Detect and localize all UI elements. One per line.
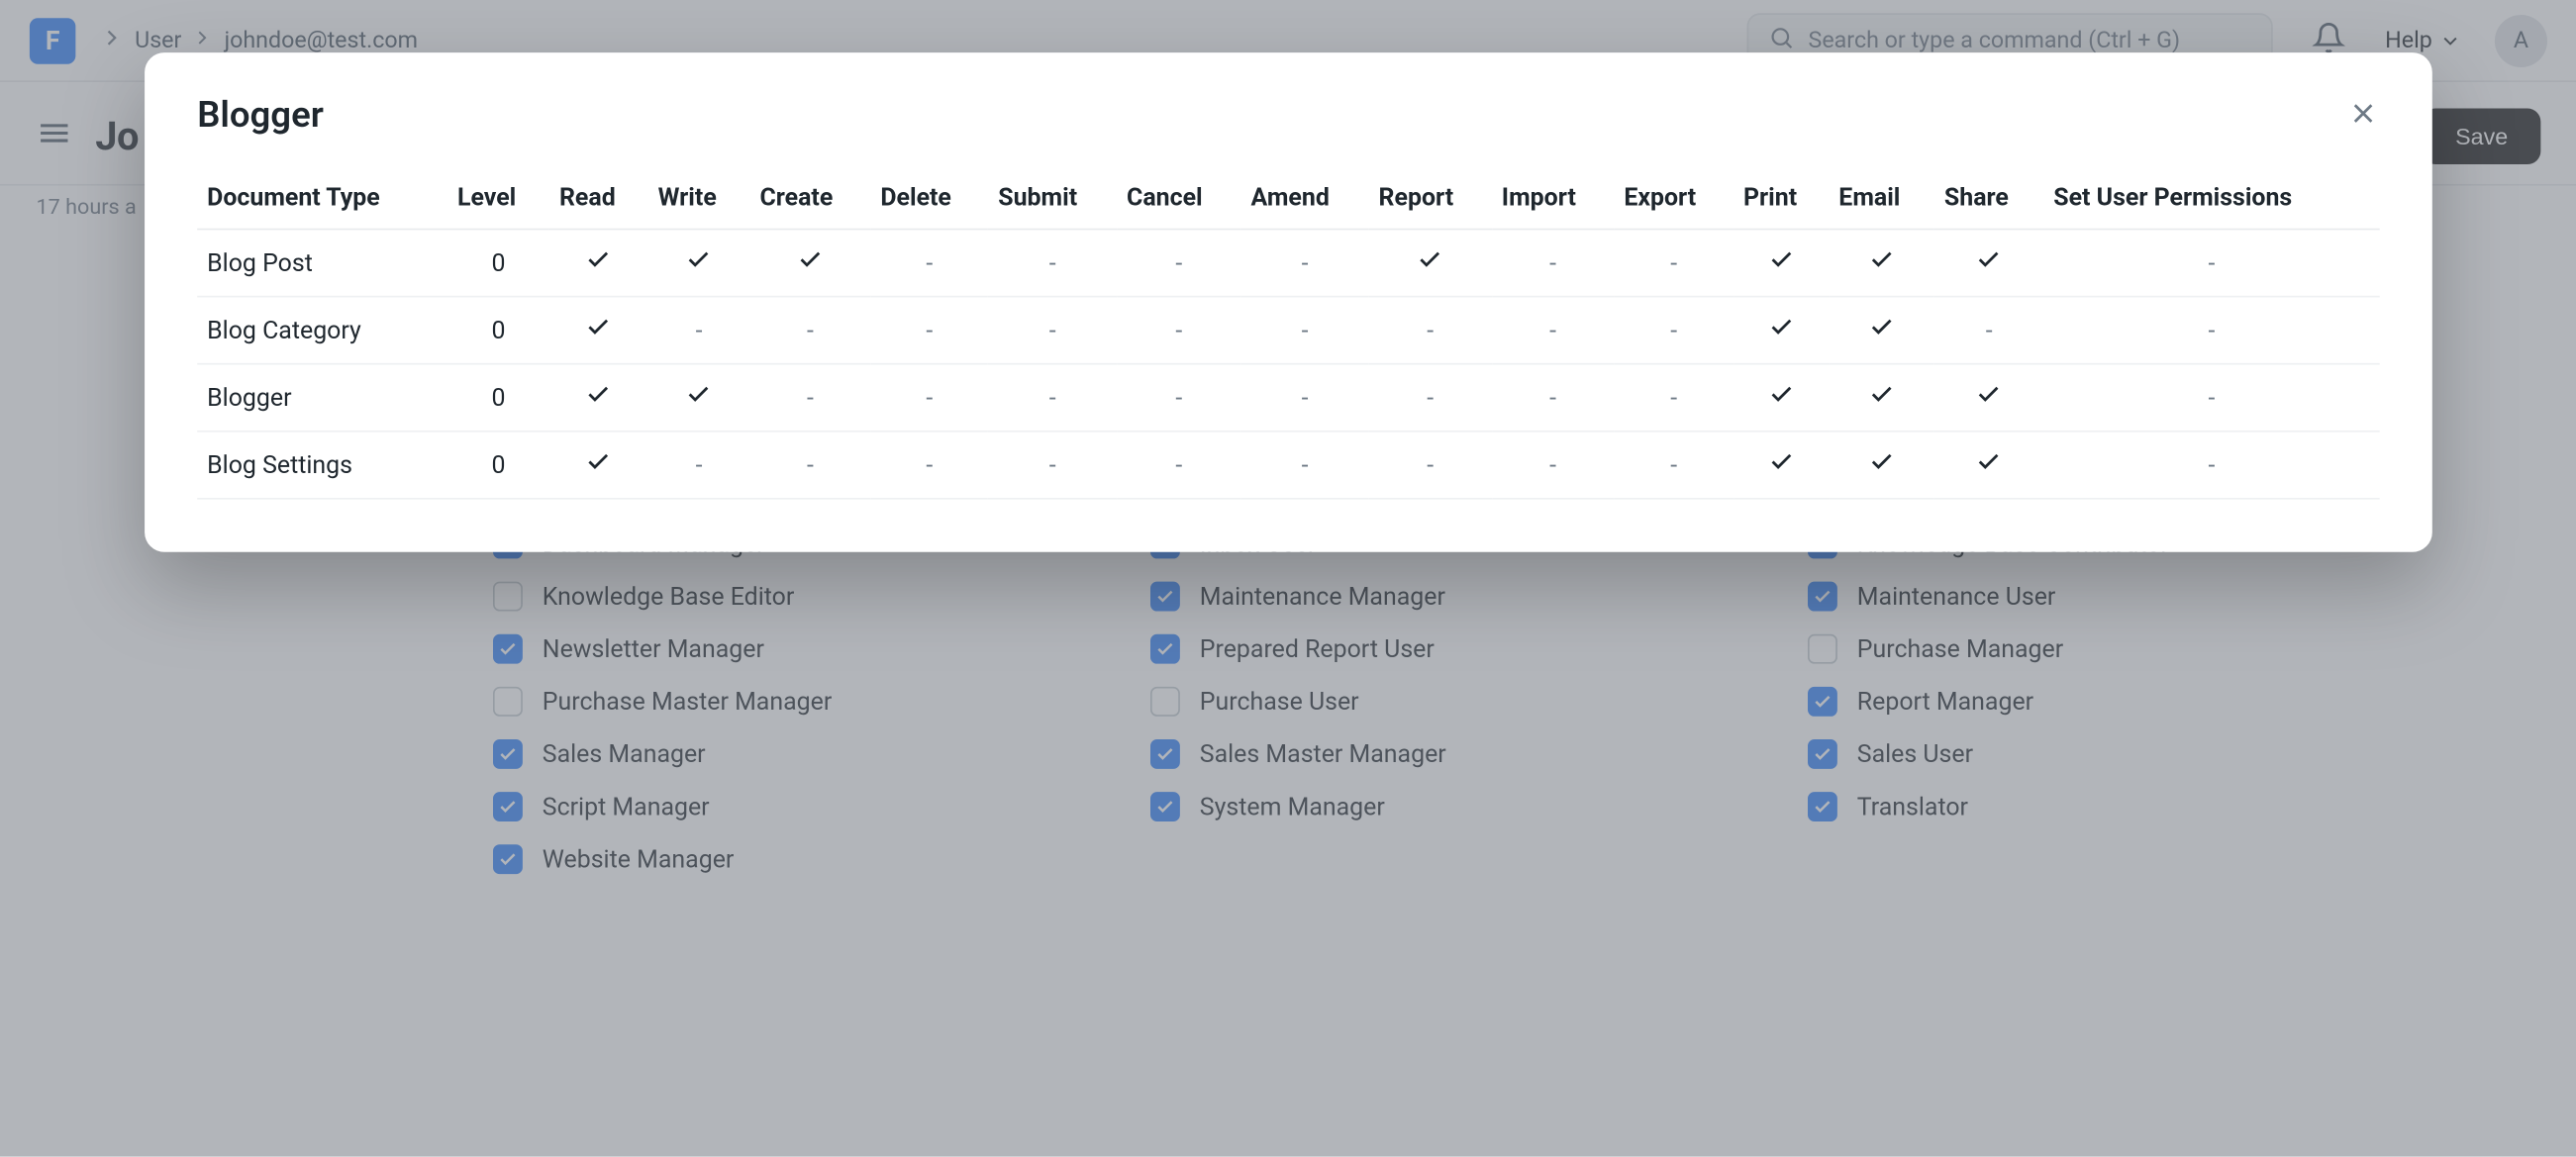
column-header: Submit — [988, 166, 1117, 230]
permission-cell — [1734, 297, 1829, 364]
permission-cell — [1734, 364, 1829, 432]
permission-cell — [1829, 297, 1934, 364]
permission-cell: - — [988, 432, 1117, 499]
permission-cell — [749, 230, 870, 297]
table-row: Blogger0--------- — [197, 364, 2379, 432]
permission-cell: - — [1614, 230, 1734, 297]
permission-cell — [549, 297, 648, 364]
permission-cell: - — [1492, 230, 1615, 297]
permission-cell: - — [1934, 297, 2043, 364]
column-header: Export — [1614, 166, 1734, 230]
column-header: Email — [1829, 166, 1934, 230]
permission-cell: - — [1117, 297, 1240, 364]
permission-cell — [1369, 230, 1492, 297]
column-header: Print — [1734, 166, 1829, 230]
column-header: Cancel — [1117, 166, 1240, 230]
permission-cell — [1734, 230, 1829, 297]
permission-cell: - — [1117, 364, 1240, 432]
permission-cell — [1934, 230, 2043, 297]
permission-cell: - — [870, 364, 988, 432]
permission-cell: - — [1492, 364, 1615, 432]
table-row: Blog Settings0---------- — [197, 432, 2379, 499]
permission-cell — [648, 230, 750, 297]
column-header: Amend — [1241, 166, 1369, 230]
permission-cell: - — [1241, 297, 1369, 364]
doc-type-cell: Blog Settings — [197, 432, 447, 499]
level-cell: 0 — [447, 364, 549, 432]
permission-cell: - — [2043, 230, 2379, 297]
permission-cell: - — [749, 432, 870, 499]
column-header: Share — [1934, 166, 2043, 230]
permission-cell — [1934, 432, 2043, 499]
column-header: Read — [549, 166, 648, 230]
permission-cell: - — [1492, 432, 1615, 499]
permission-cell — [1829, 432, 1934, 499]
permission-cell: - — [870, 297, 988, 364]
permission-cell — [1934, 364, 2043, 432]
permission-cell: - — [2043, 364, 2379, 432]
permission-cell: - — [1241, 230, 1369, 297]
permission-cell — [1829, 230, 1934, 297]
permission-cell — [648, 364, 750, 432]
permission-cell — [549, 230, 648, 297]
permission-cell: - — [988, 364, 1117, 432]
table-row: Blog Category0----------- — [197, 297, 2379, 364]
level-cell: 0 — [447, 230, 549, 297]
column-header: Document Type — [197, 166, 447, 230]
permission-cell: - — [870, 230, 988, 297]
permission-cell: - — [2043, 432, 2379, 499]
permission-cell: - — [1241, 364, 1369, 432]
permission-cell — [549, 364, 648, 432]
permission-cell: - — [1614, 297, 1734, 364]
permission-cell: - — [1614, 364, 1734, 432]
table-row: Blog Post0------- — [197, 230, 2379, 297]
column-header: Create — [749, 166, 870, 230]
column-header: Write — [648, 166, 750, 230]
doc-type-cell: Blog Category — [197, 297, 447, 364]
permission-cell: - — [1369, 364, 1492, 432]
column-header: Report — [1369, 166, 1492, 230]
modal-title: Blogger — [197, 95, 324, 137]
close-icon[interactable] — [2346, 96, 2379, 136]
column-header: Delete — [870, 166, 988, 230]
permission-cell: - — [988, 297, 1117, 364]
permissions-table: Document TypeLevelReadWriteCreateDeleteS… — [197, 166, 2379, 500]
permission-cell — [549, 432, 648, 499]
permission-cell — [1734, 432, 1829, 499]
permission-cell: - — [870, 432, 988, 499]
permission-cell: - — [1492, 297, 1615, 364]
permission-cell: - — [1614, 432, 1734, 499]
column-header: Set User Permissions — [2043, 166, 2379, 230]
doc-type-cell: Blog Post — [197, 230, 447, 297]
permission-cell: - — [988, 230, 1117, 297]
level-cell: 0 — [447, 432, 549, 499]
permission-cell — [1829, 364, 1934, 432]
permission-cell: - — [648, 432, 750, 499]
permission-cell: - — [2043, 297, 2379, 364]
permission-cell: - — [1117, 432, 1240, 499]
level-cell: 0 — [447, 297, 549, 364]
permissions-modal: Blogger Document TypeLevelReadWriteCreat… — [145, 52, 2432, 552]
column-header: Level — [447, 166, 549, 230]
permission-cell: - — [1241, 432, 1369, 499]
permission-cell: - — [749, 364, 870, 432]
column-header: Import — [1492, 166, 1615, 230]
permission-cell: - — [1117, 230, 1240, 297]
permission-cell: - — [749, 297, 870, 364]
permission-cell: - — [1369, 297, 1492, 364]
permission-cell: - — [648, 297, 750, 364]
permission-cell: - — [1369, 432, 1492, 499]
doc-type-cell: Blogger — [197, 364, 447, 432]
